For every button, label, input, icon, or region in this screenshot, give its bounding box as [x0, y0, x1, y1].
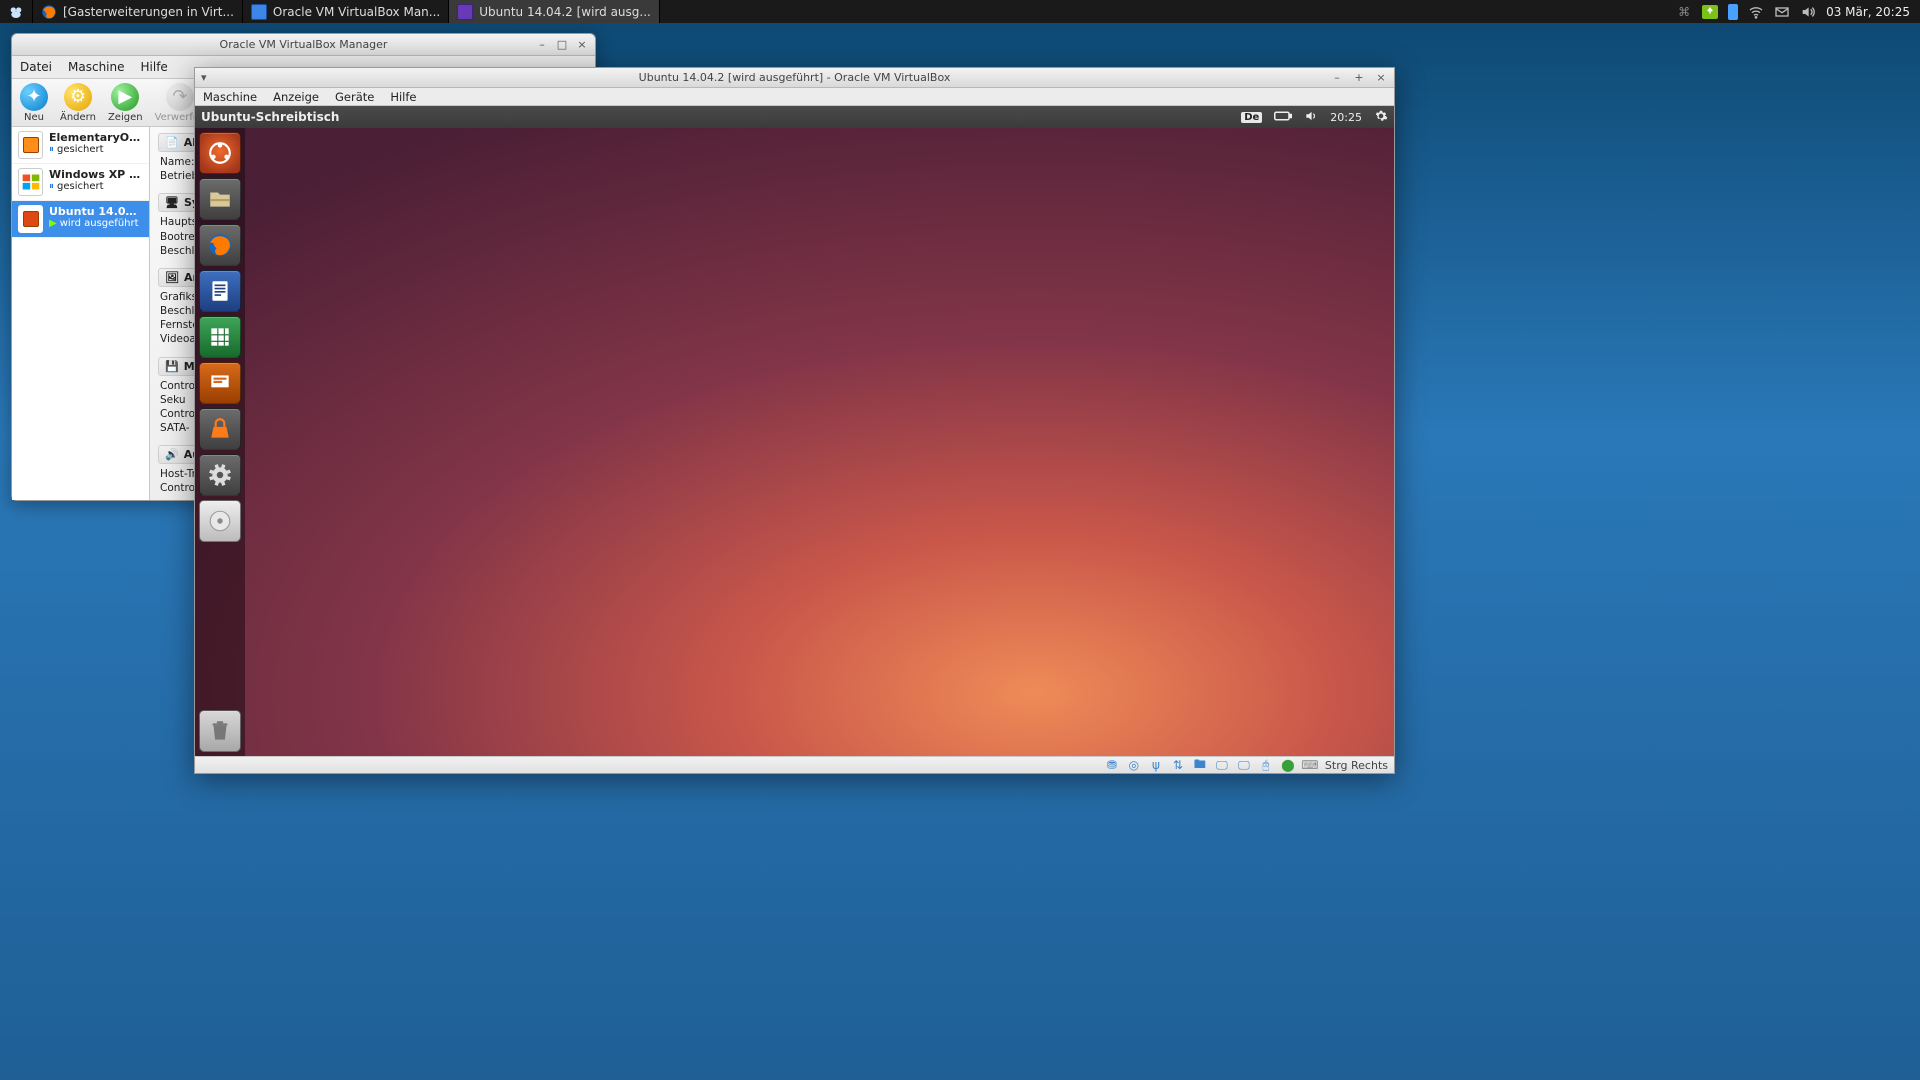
status-cd-icon[interactable]: ◎ — [1127, 758, 1141, 772]
discard-icon: ↷ — [166, 83, 194, 111]
toolbar-change[interactable]: ⚙Ändern — [60, 83, 96, 123]
guest-screen[interactable]: Ubuntu-Schreibtisch De 20:25 — [195, 106, 1394, 756]
vm-menu-view[interactable]: Anzeige — [273, 90, 319, 104]
unity-tray: De 20:25 — [1215, 109, 1388, 126]
menu-file[interactable]: Datei — [20, 60, 52, 74]
vbox-manager-titlebar[interactable]: Oracle VM VirtualBox Manager – □ × — [12, 34, 595, 56]
volume-tray-icon[interactable] — [1304, 109, 1318, 126]
toolbar-show[interactable]: ▶Zeigen — [108, 83, 143, 123]
host-tray: ⌘ 03 Mär, 20:25 — [1676, 4, 1920, 20]
toolbar-new[interactable]: ✦Neu — [20, 83, 48, 123]
launcher-writer[interactable] — [199, 270, 241, 312]
vm-name: Ubuntu 14.04.2 — [49, 205, 143, 218]
host-top-panel: [Gasterweiterungen in Virt... Oracle VM … — [0, 0, 1920, 23]
menu-machine[interactable]: Maschine — [68, 60, 124, 74]
vm-status-bar: ⛃ ◎ ψ ⇅ 🖿 🖵 🖵 🖰 ⬤ ⌨ Strg Rechts — [195, 756, 1394, 773]
ubuntu-icon — [457, 4, 473, 20]
menu-help[interactable]: Hilfe — [141, 60, 168, 74]
mail-icon[interactable] — [1774, 4, 1790, 20]
taskbar-item-vboxmgr[interactable]: Oracle VM VirtualBox Man... — [243, 0, 449, 23]
saved-state-icon: ⏸ — [49, 181, 54, 193]
vm-name: ElementaryOS (...) — [49, 131, 143, 144]
bluetooth-icon[interactable]: ⌘ — [1676, 4, 1692, 20]
status-key-icon[interactable]: ⌨ — [1303, 758, 1317, 772]
status-net-icon[interactable]: ⇅ — [1171, 758, 1185, 772]
host-clock[interactable]: 03 Mär, 20:25 — [1826, 5, 1910, 19]
session-gear-icon[interactable] — [1374, 109, 1388, 126]
keyboard-layout-indicator[interactable]: De — [1241, 112, 1262, 123]
status-usb-icon[interactable]: ψ — [1149, 758, 1163, 772]
running-state-icon: ▶ — [49, 218, 57, 230]
vm-window-menubar: Maschine Anzeige Geräte Hilfe — [195, 88, 1394, 106]
vm-row-elementaryos[interactable]: ElementaryOS (...) ⏸gesichert — [12, 127, 149, 164]
vm-name: Windows XP (Si...) — [49, 168, 143, 181]
network-icon[interactable] — [1215, 109, 1229, 126]
launcher-software-center[interactable] — [199, 408, 241, 450]
vm-row-ubuntu[interactable]: Ubuntu 14.04.2 ▶wird ausgeführt — [12, 201, 149, 238]
new-icon: ✦ — [20, 83, 48, 111]
close-button[interactable]: × — [1374, 71, 1388, 83]
launcher-dash[interactable] — [199, 132, 241, 174]
unity-title: Ubuntu-Schreibtisch — [201, 110, 339, 124]
dropdown-icon[interactable]: ▾ — [201, 71, 207, 84]
taskbar-item-vmwin[interactable]: Ubuntu 14.04.2 [wird ausg... — [449, 0, 660, 23]
launcher-trash[interactable] — [199, 710, 241, 752]
maximize-button[interactable]: □ — [555, 38, 569, 50]
vm-row-winxp[interactable]: Windows XP (Si...) ⏸gesichert — [12, 164, 149, 201]
taskbar-label: Ubuntu 14.04.2 [wird ausg... — [479, 5, 651, 19]
window-title: Oracle VM VirtualBox Manager — [220, 38, 388, 51]
saved-state-icon: ⏸ — [49, 144, 54, 156]
vm-running-window: ▾ Ubuntu 14.04.2 [wird ausgeführt] - Ora… — [194, 67, 1395, 774]
launcher-calc[interactable] — [199, 316, 241, 358]
launcher-files[interactable] — [199, 178, 241, 220]
maximize-button[interactable]: + — [1352, 71, 1366, 83]
status-hd-icon[interactable]: ⛃ — [1105, 758, 1119, 772]
guest-clock[interactable]: 20:25 — [1330, 111, 1362, 124]
taskbar-label: Oracle VM VirtualBox Man... — [273, 5, 440, 19]
xfce-mouse-icon — [8, 4, 24, 20]
os-icon — [18, 168, 43, 196]
status-capture-icon[interactable]: ⬤ — [1281, 758, 1295, 772]
status-video-icon[interactable]: 🖵 — [1237, 758, 1251, 772]
unity-launcher — [195, 128, 245, 756]
vm-menu-machine[interactable]: Maschine — [203, 90, 257, 104]
play-icon: ▶ — [111, 83, 139, 111]
taskbar-item-firefox[interactable]: [Gasterweiterungen in Virt... — [33, 0, 243, 23]
battery-icon[interactable] — [1728, 4, 1738, 20]
unity-desktop[interactable] — [195, 128, 1394, 756]
host-taskbar: [Gasterweiterungen in Virt... Oracle VM … — [0, 0, 660, 23]
vm-window-title: Ubuntu 14.04.2 [wird ausgeführt] - Oracl… — [639, 71, 951, 84]
status-display-icon[interactable]: 🖵 — [1215, 758, 1229, 772]
launcher-disc[interactable] — [199, 500, 241, 542]
os-icon — [18, 205, 43, 233]
host-menu-button[interactable] — [0, 0, 33, 23]
volume-icon[interactable] — [1800, 4, 1816, 20]
launcher-firefox[interactable] — [199, 224, 241, 266]
unity-topbar: Ubuntu-Schreibtisch De 20:25 — [195, 106, 1394, 128]
minimize-button[interactable]: – — [1330, 71, 1344, 83]
vm-menu-devices[interactable]: Geräte — [335, 90, 374, 104]
vm-list: ElementaryOS (...) ⏸gesichert Windows XP… — [12, 127, 150, 500]
minimize-button[interactable]: – — [535, 38, 549, 50]
status-mouse-icon[interactable]: 🖰 — [1259, 758, 1273, 772]
launcher-settings[interactable] — [199, 454, 241, 496]
wifi-icon[interactable] — [1748, 4, 1764, 20]
vm-window-titlebar[interactable]: ▾ Ubuntu 14.04.2 [wird ausgeführt] - Ora… — [195, 68, 1394, 88]
status-shared-icon[interactable]: 🖿 — [1193, 758, 1207, 772]
gear-icon: ⚙ — [64, 83, 92, 111]
virtualbox-icon — [251, 4, 267, 20]
taskbar-label: [Gasterweiterungen in Virt... — [63, 5, 234, 19]
firefox-icon — [41, 4, 57, 20]
host-key-label: Strg Rechts — [1325, 759, 1388, 772]
vm-menu-help[interactable]: Hilfe — [390, 90, 416, 104]
update-badge-icon[interactable] — [1702, 5, 1718, 19]
os-icon — [18, 131, 43, 159]
launcher-impress[interactable] — [199, 362, 241, 404]
close-button[interactable]: × — [575, 38, 589, 50]
battery-tray-icon[interactable] — [1274, 110, 1292, 125]
